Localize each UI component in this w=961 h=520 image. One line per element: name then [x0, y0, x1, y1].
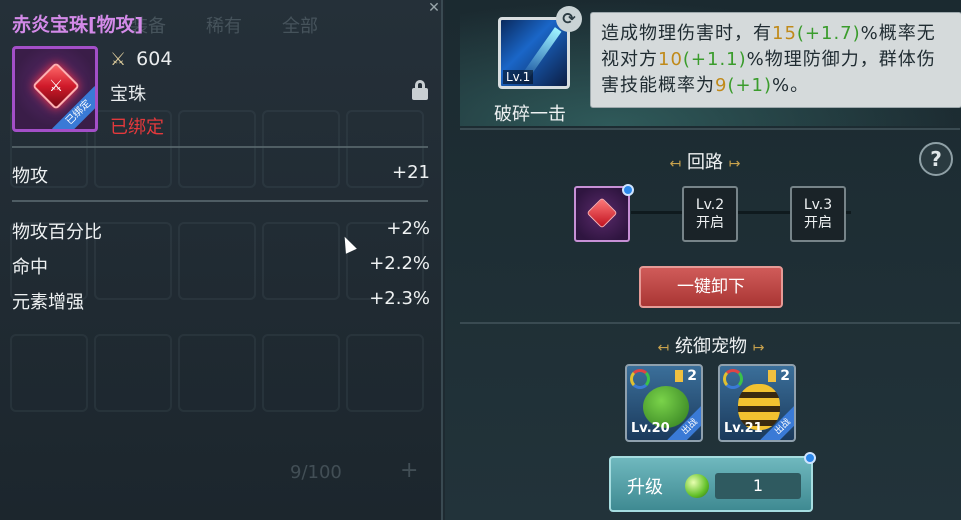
background-filter: 全部: [282, 16, 318, 37]
element-ring-icon: [630, 369, 650, 389]
circuit-slot-gem[interactable]: [574, 184, 634, 242]
item-detail-panel: 装备 稀有 全部 9/100 + ✕ 赤炎宝珠[物攻] ⚔ 已绑定 ⚔ 604 …: [0, 0, 443, 520]
divider: [12, 146, 428, 148]
pet-star-count: 2: [780, 368, 790, 384]
expand-plus-icon: +: [400, 458, 419, 483]
close-icon[interactable]: ✕: [425, 0, 441, 18]
inventory-count: 9/100: [290, 462, 342, 483]
pet-level: Lv.20: [631, 421, 670, 436]
item-icon: ⚔ 已绑定: [12, 46, 98, 132]
stat-row: 物攻百分比 +2%: [12, 218, 430, 244]
stat-value: +2.3%: [369, 288, 430, 309]
circuit-slot-lv3[interactable]: Lv.3 开启: [790, 186, 846, 242]
inventory-cell: [10, 334, 88, 412]
bound-status: 已绑定: [110, 117, 164, 138]
item-name: 赤炎宝珠[物攻]: [12, 14, 144, 36]
gem-icon: [586, 197, 618, 229]
stat-value: +2%: [386, 218, 430, 239]
arrow-left-icon: ↤: [669, 156, 682, 172]
upgrade-button[interactable]: 升级 1: [609, 452, 816, 512]
stat-row: 命中 +2.2%: [12, 253, 430, 279]
upgrade-count: 1: [715, 473, 801, 499]
sword-mark-icon: ⚔: [48, 76, 64, 95]
star-tag-icon: [768, 370, 776, 382]
divider: [12, 200, 428, 202]
background-tab-rare: 稀有: [206, 16, 242, 37]
pets-title: ↤ 统御宠物 ↦: [657, 336, 765, 357]
orb-icon: [685, 474, 709, 498]
arrow-right-icon: ↦: [728, 156, 741, 172]
notification-dot: [804, 452, 816, 464]
star-tag-icon: [675, 370, 683, 382]
arrow-right-icon: ↦: [752, 340, 765, 356]
arrow-left-icon: ↤: [657, 340, 670, 356]
inventory-cell: [346, 334, 424, 412]
unequip-all-button[interactable]: 一键卸下: [639, 266, 783, 308]
swap-icon[interactable]: ⟳: [556, 6, 582, 32]
skill-name: 破碎一击: [494, 104, 566, 125]
skill-area: Lv.1 ⟳ 破碎一击 造成物理伤害时，有15(+1.7)%概率无视对方10(+…: [460, 0, 961, 126]
swords-icon: ⚔: [110, 48, 127, 70]
lock-icon[interactable]: [410, 80, 430, 100]
stat-label: 元素增强: [12, 292, 84, 313]
skill-level: Lv.1: [503, 70, 534, 84]
upgrade-label: 升级: [627, 477, 663, 498]
slot-level: Lv.3: [803, 197, 833, 213]
stat-label: 命中: [12, 257, 48, 278]
circuit-title: ↤ 回路 ↦: [669, 152, 741, 173]
skill-description: 造成物理伤害时，有15(+1.7)%概率无视对方10(+1.1)%物理防御力，群…: [590, 12, 961, 108]
pet-card[interactable]: 2 Lv.20 出战: [625, 364, 703, 442]
pet-card[interactable]: 2 Lv.21 出战: [718, 364, 796, 442]
slot-level: Lv.2: [695, 197, 725, 213]
equip-panel: Lv.1 ⟳ 破碎一击 造成物理伤害时，有15(+1.7)%概率无视对方10(+…: [445, 0, 961, 520]
element-ring-icon: [723, 369, 743, 389]
stat-row: 元素增强 +2.3%: [12, 288, 430, 314]
inventory-cell: [94, 334, 172, 412]
attack-value: 604: [136, 48, 173, 70]
attack-stat: ⚔ 604: [110, 48, 172, 70]
inventory-cell: [178, 334, 256, 412]
stat-value: +21: [392, 162, 430, 183]
stat-label: 物攻: [12, 166, 48, 187]
stat-value: +2.2%: [369, 253, 430, 274]
stat-label: 物攻百分比: [12, 222, 102, 243]
item-type: 宝珠: [110, 84, 146, 105]
circuit-slot-lv2[interactable]: Lv.2 开启: [682, 186, 738, 242]
inventory-cell: [262, 334, 340, 412]
divider: [460, 128, 960, 130]
slot-state: 开启: [696, 215, 724, 231]
slot-state: 开启: [804, 215, 832, 231]
notification-dot: [622, 184, 634, 196]
pet-star-count: 2: [687, 368, 697, 384]
stat-row-primary: 物攻 +21: [12, 162, 430, 188]
divider: [460, 322, 960, 324]
background-tabs: 装备 稀有 全部: [130, 12, 318, 38]
pet-level: Lv.21: [724, 421, 763, 436]
help-button[interactable]: ?: [919, 142, 953, 176]
